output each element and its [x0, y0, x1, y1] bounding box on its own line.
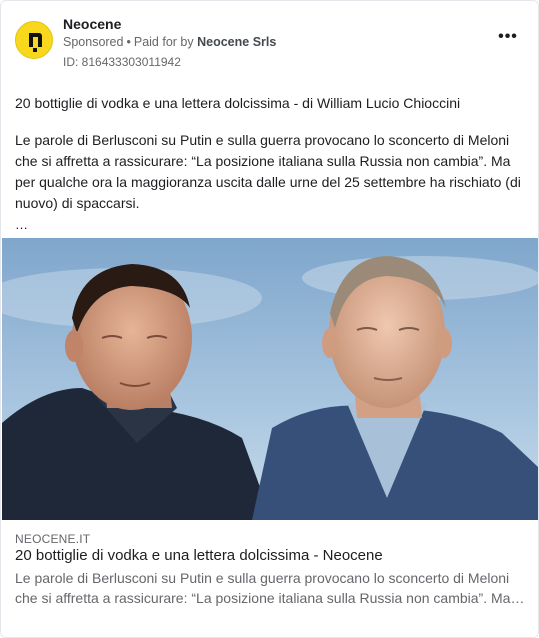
ad-card: Neocene Sponsored • Paid for by Neocene Sr… — [0, 0, 539, 638]
paid-for-prefix: Paid for by — [133, 35, 194, 49]
post-paragraph: Le parole di Berlusconi su Putin e sulla… — [15, 132, 521, 211]
link-title[interactable]: 20 bottiglie di vodka e una lettera dolc… — [15, 547, 383, 564]
link-domain: NEOCENE.IT — [15, 532, 91, 546]
post-text: 20 bottiglie di vodka e una lettera dolc… — [15, 93, 525, 235]
sponsored-label: Sponsored — [63, 35, 124, 49]
ad-image[interactable] — [2, 238, 538, 520]
paid-for-by-name[interactable]: Neocene Srls — [197, 35, 276, 49]
link-description: Le parole di Berlusconi su Putin e sulla… — [15, 570, 511, 606]
ad-header: Neocene Sponsored • Paid for by Neocene Sr… — [13, 13, 528, 73]
advertiser-name[interactable]: Neocene — [63, 16, 121, 32]
see-more-ellipsis[interactable]: … — [15, 214, 525, 235]
post-headline: 20 bottiglie di vodka e una lettera dolc… — [15, 95, 461, 111]
sponsored-line: Sponsored • Paid for by Neocene Srls — [63, 35, 276, 49]
neocene-logo-icon[interactable] — [15, 21, 53, 59]
ad-id: ID: 816433303011942 — [63, 55, 181, 69]
link-preview[interactable]: NEOCENE.IT 20 bottiglie di vodka e una l… — [1, 520, 538, 637]
separator-dot: • — [126, 35, 131, 49]
more-options-button[interactable]: ••• — [494, 29, 522, 49]
